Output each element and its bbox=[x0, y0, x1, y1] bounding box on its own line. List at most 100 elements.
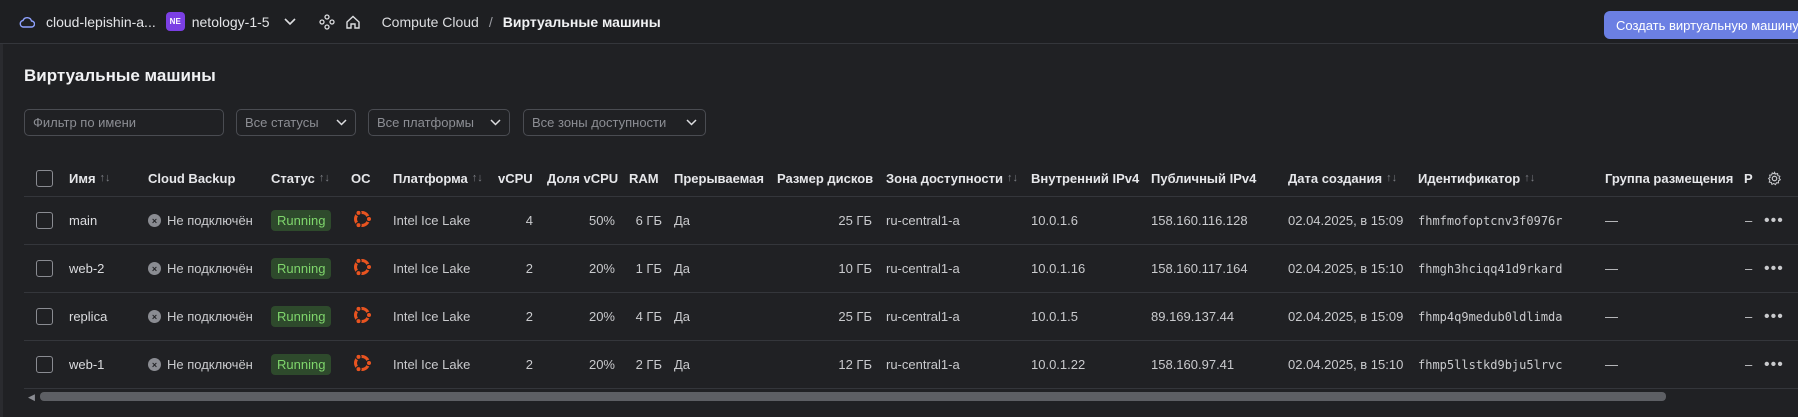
row-select-cell[interactable] bbox=[36, 197, 53, 244]
truncated-cell: – bbox=[1745, 197, 1752, 244]
row-checkbox[interactable] bbox=[36, 212, 53, 229]
created-cell: 02.04.2025, в 15:09 bbox=[1288, 293, 1403, 340]
vm-name[interactable]: replica bbox=[69, 309, 107, 324]
col-zone[interactable]: Зона доступности ↑↓ bbox=[886, 160, 1018, 196]
table-row[interactable]: web-1 × Не подключён Running Intel Ice Lake 2… bbox=[24, 341, 1798, 389]
cloud-icon bbox=[16, 11, 38, 33]
home-icon[interactable] bbox=[342, 11, 364, 33]
row-checkbox[interactable] bbox=[36, 308, 53, 325]
platform-filter-value: Все платформы bbox=[377, 115, 474, 130]
placement-group-cell: — bbox=[1605, 293, 1618, 340]
services-icon[interactable] bbox=[316, 11, 338, 33]
ram-value: 1 ГБ bbox=[635, 261, 662, 276]
horizontal-scrollbar[interactable]: ◀ bbox=[28, 392, 1798, 403]
vm-name-cell[interactable]: web-1 bbox=[69, 341, 104, 388]
ram-cell: 6 ГБ bbox=[629, 197, 662, 244]
ubuntu-icon bbox=[351, 304, 373, 329]
chevron-down-icon[interactable] bbox=[283, 17, 296, 26]
page-title: Виртуальные машины bbox=[24, 66, 216, 85]
created-value: 02.04.2025, в 15:10 bbox=[1288, 261, 1404, 276]
preemptible-cell: Да bbox=[674, 197, 690, 244]
status-cell: Running bbox=[271, 293, 332, 340]
cloud-name: cloud-lepishin-a... bbox=[46, 13, 156, 30]
row-checkbox[interactable] bbox=[36, 260, 53, 277]
vcpu-value: 2 bbox=[525, 357, 533, 372]
select-all-cell[interactable] bbox=[36, 160, 53, 196]
status-filter-select[interactable]: Все статусы bbox=[236, 109, 356, 136]
disk-cell: 10 ГБ bbox=[777, 245, 872, 292]
vm-id-value: fhmp4q9medub0ldlimda bbox=[1418, 309, 1563, 324]
table-header: Имя ↑↓ Cloud Backup Статус ↑↓ ОС Платформа… bbox=[24, 160, 1798, 197]
disk-cell: 25 ГБ bbox=[777, 293, 872, 340]
placement-group-cell: — bbox=[1605, 245, 1618, 292]
vcpu-share-cell: 50% bbox=[547, 197, 615, 244]
backup-cell: × Не подключён bbox=[148, 341, 253, 388]
col-preemptible-label: Прерываемая bbox=[674, 170, 764, 186]
folder-name[interactable]: netology-1-5 bbox=[192, 14, 270, 30]
disk-cell: 12 ГБ bbox=[777, 341, 872, 388]
vm-name-cell[interactable]: replica bbox=[69, 293, 107, 340]
row-select-cell[interactable] bbox=[36, 341, 53, 388]
name-filter-input[interactable]: Фильтр по имени bbox=[24, 109, 224, 136]
row-checkbox[interactable] bbox=[36, 356, 53, 373]
more-actions-icon[interactable]: ••• bbox=[1764, 341, 1784, 388]
scroll-left-icon[interactable]: ◀ bbox=[28, 392, 35, 403]
col-internal-ip: Внутренний IPv4 bbox=[1031, 160, 1139, 196]
more-actions-icon[interactable]: ••• bbox=[1764, 197, 1784, 244]
zone-filter-select[interactable]: Все зоны доступности bbox=[523, 109, 706, 136]
create-vm-button[interactable]: Создать виртуальную машину bbox=[1604, 11, 1798, 39]
select-all-checkbox[interactable] bbox=[36, 169, 53, 187]
row-select-cell[interactable] bbox=[36, 293, 53, 340]
col-ram-label: RAM bbox=[629, 170, 659, 186]
vcpu-share-cell: 20% bbox=[547, 293, 615, 340]
platform-cell: Intel Ice Lake bbox=[393, 197, 470, 244]
col-status[interactable]: Статус ↑↓ bbox=[271, 160, 330, 196]
created-value: 02.04.2025, в 15:10 bbox=[1288, 357, 1404, 372]
table-row[interactable]: replica × Не подключён Running Intel Ice Lak… bbox=[24, 293, 1798, 341]
settings-icon[interactable] bbox=[1767, 160, 1782, 196]
col-name[interactable]: Имя ↑↓ bbox=[69, 160, 111, 196]
backup-cell: × Не подключён bbox=[148, 197, 253, 244]
vm-name[interactable]: web-1 bbox=[69, 357, 104, 372]
col-truncated: Р bbox=[1744, 160, 1753, 196]
breadcrumb-compute-cloud[interactable]: Compute Cloud bbox=[382, 14, 479, 30]
sort-icon: ↑↓ bbox=[1007, 172, 1019, 184]
platform-cell: Intel Ice Lake bbox=[393, 245, 470, 292]
public-ip-value: 158.160.97.41 bbox=[1151, 357, 1235, 372]
truncated-cell: – bbox=[1745, 341, 1752, 388]
col-platform[interactable]: Платформа ↑↓ bbox=[393, 160, 483, 196]
placement-group-cell: — bbox=[1605, 197, 1618, 244]
vcpu-share-value: 20% bbox=[588, 357, 615, 372]
more-actions-icon[interactable]: ••• bbox=[1764, 293, 1784, 340]
truncated-cell: – bbox=[1745, 293, 1752, 340]
scrollbar-thumb[interactable] bbox=[40, 392, 1666, 401]
sort-icon: ↑↓ bbox=[99, 172, 111, 184]
vm-name-cell[interactable]: main bbox=[69, 197, 97, 244]
platform-value: Intel Ice Lake bbox=[393, 357, 471, 372]
vm-name[interactable]: web-2 bbox=[69, 261, 104, 276]
zone-value: ru-central1-a bbox=[886, 213, 960, 228]
cloud-selector[interactable]: cloud-lepishin-a... bbox=[16, 11, 156, 33]
col-created-label: Дата создания bbox=[1288, 170, 1383, 186]
status-badge: Running bbox=[271, 354, 332, 375]
table-row[interactable]: web-2 × Не подключён Running Intel Ice Lake 2… bbox=[24, 245, 1798, 293]
chevron-down-icon bbox=[686, 119, 697, 126]
truncated-cell: – bbox=[1745, 245, 1752, 292]
vm-name[interactable]: main bbox=[69, 213, 97, 228]
vcpu-cell: 2 bbox=[498, 245, 533, 292]
table-row[interactable]: main × Не подключён Running Intel Ice Lake 4 5… bbox=[24, 197, 1798, 245]
row-select-cell[interactable] bbox=[36, 245, 53, 292]
vcpu-share-value: 20% bbox=[588, 309, 615, 324]
col-created[interactable]: Дата создания ↑↓ bbox=[1288, 160, 1397, 196]
chevron-down-icon bbox=[490, 119, 501, 126]
disk-value: 10 ГБ bbox=[838, 261, 872, 276]
more-actions-icon[interactable]: ••• bbox=[1764, 245, 1784, 292]
public-ip-cell: 89.169.137.44 bbox=[1151, 293, 1234, 340]
col-id[interactable]: Идентификатор ↑↓ bbox=[1418, 160, 1535, 196]
close-circle-icon: × bbox=[148, 262, 161, 275]
platform-filter-select[interactable]: Все платформы bbox=[368, 109, 510, 136]
vcpu-share-cell: 20% bbox=[547, 341, 615, 388]
platform-value: Intel Ice Lake bbox=[393, 309, 471, 324]
vm-name-cell[interactable]: web-2 bbox=[69, 245, 104, 292]
status-filter-value: Все статусы bbox=[245, 115, 319, 130]
